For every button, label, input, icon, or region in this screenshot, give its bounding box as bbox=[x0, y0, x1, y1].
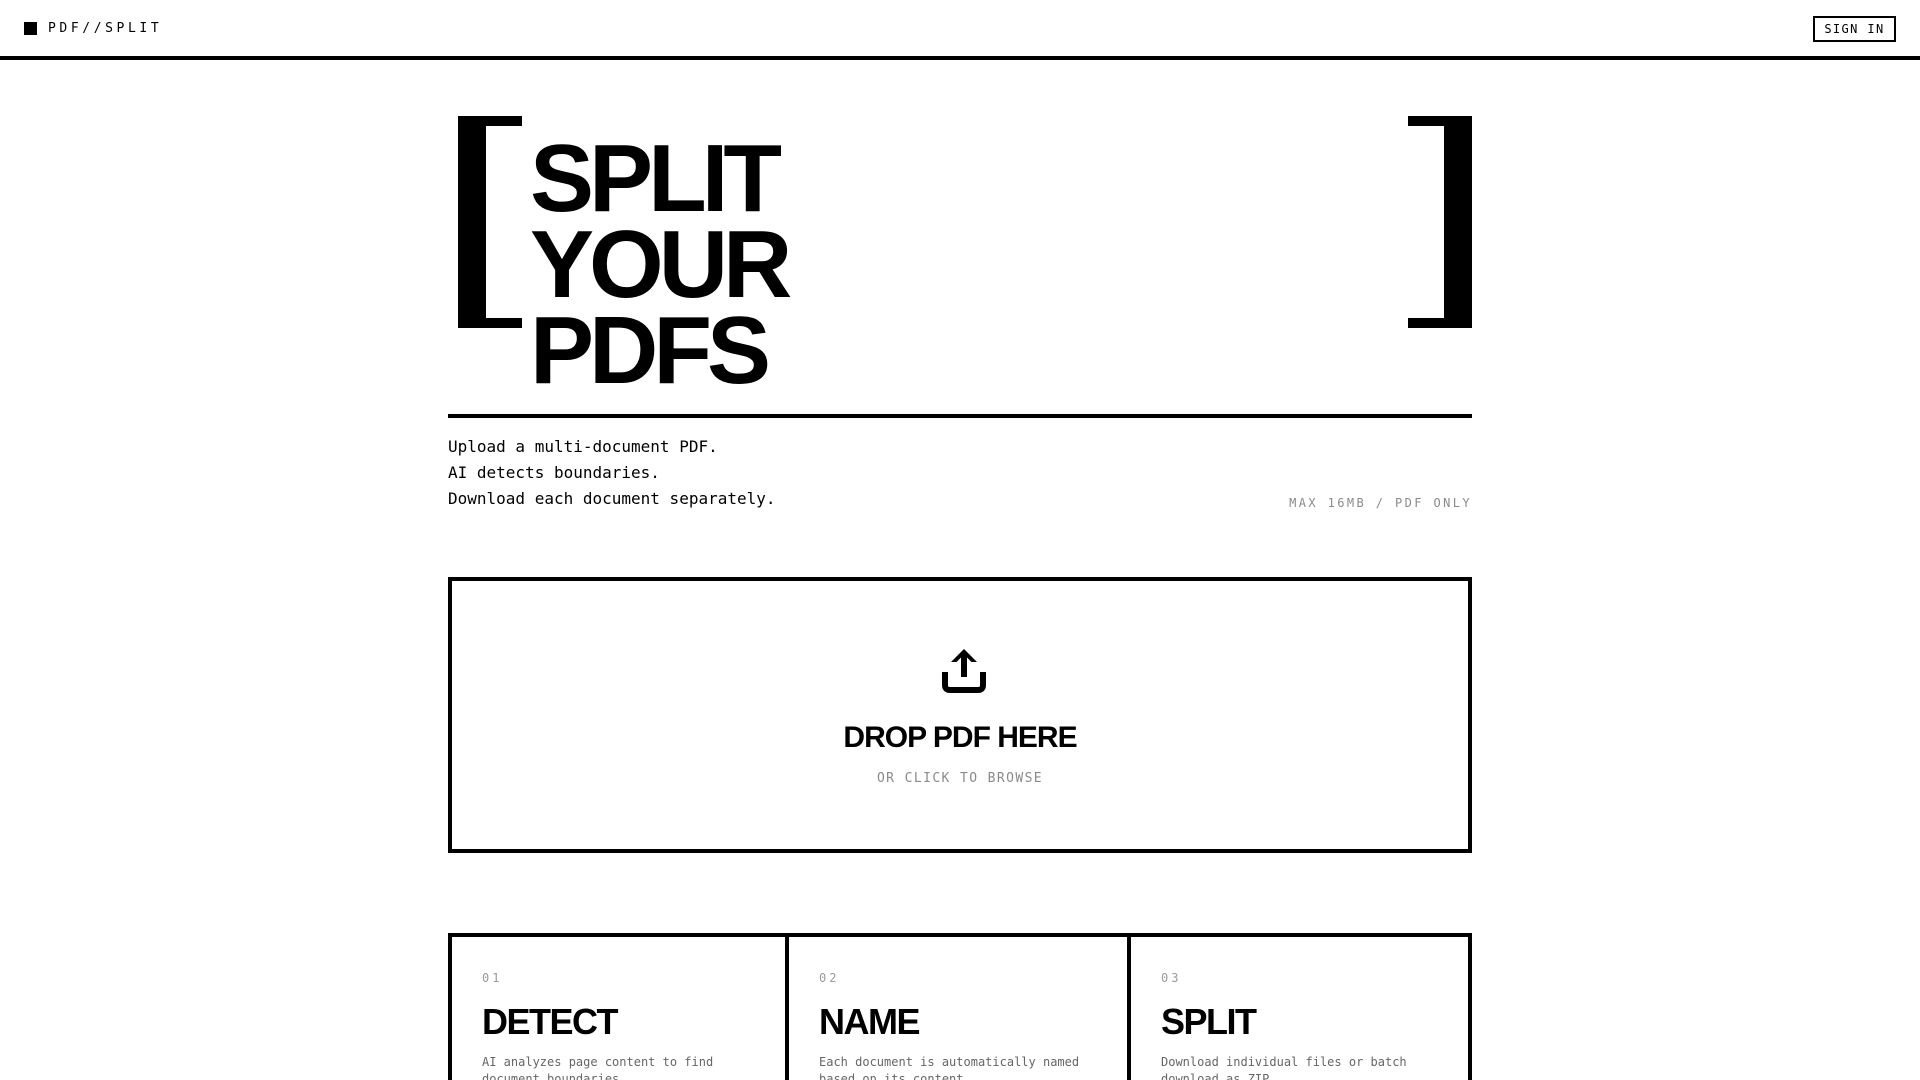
hero-divider bbox=[448, 414, 1472, 418]
hero-title-line: YOUR bbox=[530, 211, 792, 318]
feature-description: Download individual files or batch downl… bbox=[1161, 1055, 1407, 1080]
upload-icon bbox=[942, 649, 986, 693]
feature-number: 01 bbox=[482, 971, 503, 985]
features-grid: 01 DETECT AI analyzes page content to fi… bbox=[448, 933, 1472, 1080]
brand-logo[interactable]: PDF//SPLIT bbox=[24, 20, 162, 36]
left-bracket-decoration bbox=[458, 116, 522, 328]
hero-title-line: SPLIT bbox=[530, 125, 782, 232]
hero-tagline: Upload a multi-document PDF. AI detects … bbox=[448, 434, 1148, 512]
feature-number: 03 bbox=[1161, 971, 1182, 985]
pdf-drop-zone[interactable]: DROP PDF HERE OR CLICK TO BROWSE bbox=[448, 577, 1472, 853]
hero-title-line: PDFS bbox=[530, 297, 771, 404]
brand-name: PDF//SPLIT bbox=[48, 20, 163, 36]
drop-zone-title: DROP PDF HERE bbox=[843, 721, 1077, 754]
feature-title: NAME bbox=[819, 1001, 921, 1042]
top-bar: PDF//SPLIT SIGN IN bbox=[0, 0, 1920, 60]
hero-title: SPLIT YOUR PDFS bbox=[530, 125, 792, 404]
right-bracket-decoration bbox=[1408, 116, 1472, 328]
feature-number: 02 bbox=[819, 971, 840, 985]
sign-in-button[interactable]: SIGN IN bbox=[1813, 16, 1896, 42]
feature-description: Each document is automatically named bas… bbox=[819, 1055, 1080, 1080]
feature-card-detect: 01 DETECT AI analyzes page content to fi… bbox=[452, 937, 789, 1080]
square-logo-icon bbox=[24, 21, 37, 35]
tagline-line: Download each document separately. bbox=[448, 489, 776, 508]
browse-link[interactable]: OR CLICK TO BROWSE bbox=[452, 771, 1468, 786]
feature-title: SPLIT bbox=[1161, 1001, 1257, 1042]
feature-title: DETECT bbox=[482, 1001, 619, 1042]
feature-description: AI analyzes page content to find documen… bbox=[482, 1055, 714, 1080]
hero-section: SPLIT YOUR PDFS bbox=[448, 116, 1472, 420]
feature-card-split: 03 SPLIT Download individual files or ba… bbox=[1131, 937, 1468, 1080]
feature-card-name: 02 NAME Each document is automatically n… bbox=[789, 937, 1131, 1080]
tagline-line: Upload a multi-document PDF. bbox=[448, 437, 718, 456]
upload-limits-note: MAX 16MB / PDF ONLY bbox=[1289, 496, 1472, 510]
tagline-line: AI detects boundaries. bbox=[448, 463, 660, 482]
